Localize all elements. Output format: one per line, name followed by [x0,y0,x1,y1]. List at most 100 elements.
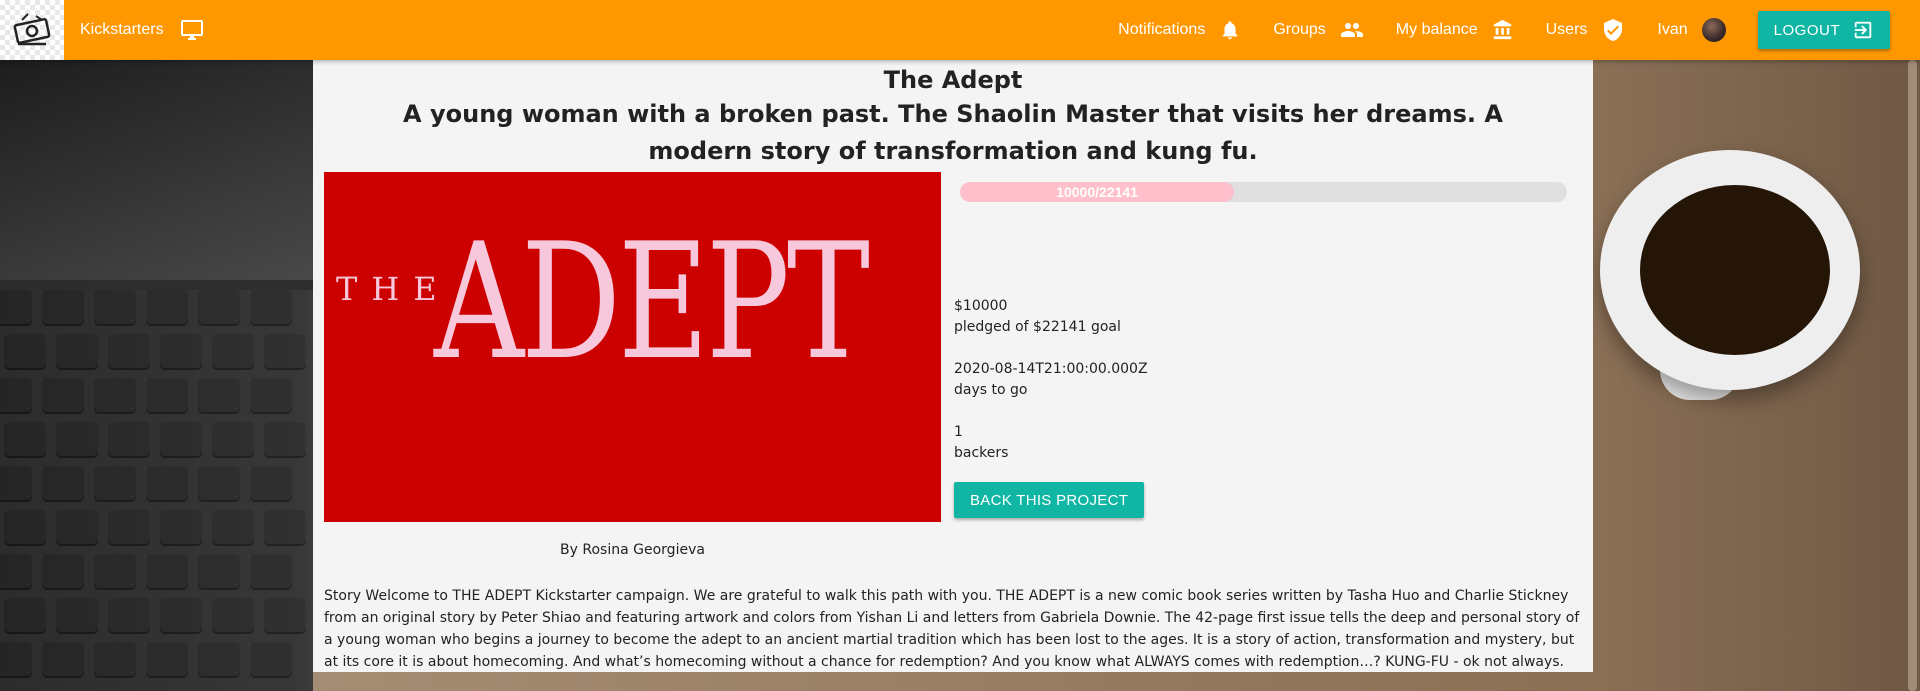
background-key [56,334,98,368]
pledged-label: pledged of $22141 goal [954,319,1121,335]
avatar [1701,18,1726,42]
background-key [250,378,292,412]
background-key [146,642,188,676]
background-key [94,554,136,588]
scrollbar-thumb[interactable] [1908,60,1917,691]
backers-stat: 1 backers [954,422,1564,464]
background-key [108,422,150,456]
app-logo[interactable] [0,0,64,60]
nav-user-profile[interactable]: Ivan [1657,18,1726,42]
nav-users-label: Users [1545,21,1588,38]
background-key [0,554,32,588]
project-story: Story Welcome to THE ADEPT Kickstarter c… [324,588,1580,670]
background-key [94,466,136,500]
nav-notifications[interactable]: Notifications [1118,19,1241,41]
background-key [250,290,292,324]
background-key [94,642,136,676]
background-key [264,598,306,632]
background-key [0,290,32,324]
background-key [0,378,32,412]
project-title: The Adept [883,66,1023,94]
logout-label: LOGOUT [1773,21,1840,39]
back-this-project-button[interactable]: BACK THIS PROJECT [954,482,1145,518]
nav-kickstarters-label: Kickstarters [80,21,164,38]
background-key [212,334,254,368]
background-key [0,466,32,500]
background-key [4,598,46,632]
background-key [198,554,240,588]
background-key [212,510,254,544]
background-key [42,642,84,676]
background-key [160,510,202,544]
top-navbar: Kickstarters Notifications Groups My bal… [0,0,1920,60]
background-key [160,334,202,368]
background-key [250,466,292,500]
background-key [56,510,98,544]
funding-progress-fill: 10000/22141 [960,182,1235,202]
exit-icon [1854,21,1872,39]
background-key [146,290,188,324]
deadline-value: 2020-08-14T21:00:00.000Z [954,361,1148,377]
background-key [198,642,240,676]
background-key [264,422,306,456]
background-key [56,598,98,632]
background-key [94,378,136,412]
deadline-label: days to go [954,382,1028,398]
nav-users[interactable]: Users [1546,18,1626,42]
background-key [198,378,240,412]
backers-label: backers [954,445,1009,461]
funding-progress-text: 10000/22141 [1056,184,1138,200]
deadline-stat: 2020-08-14T21:00:00.000Z days to go [954,359,1564,401]
background-key [108,598,150,632]
background-coffee-cup [1600,150,1860,390]
background-key [42,378,84,412]
desktop-icon [180,20,203,40]
background-laptop-lid [0,60,313,290]
background-laptop-keyboard [0,280,313,691]
byline-prefix: By [560,542,578,558]
background-key [42,290,84,324]
nav-my-balance[interactable]: My balance [1396,19,1514,41]
project-card: The Adept A young woman with a broken pa… [313,60,1593,672]
pledged-stat: $10000 pledged of $22141 goal [954,296,1564,338]
funding-progress-bar: 10000/22141 [960,182,1567,202]
background-key [42,554,84,588]
nav-user-name: Ivan [1657,21,1688,38]
backers-count: 1 [954,424,963,440]
background-key [160,598,202,632]
background-key [94,290,136,324]
project-byline: By Rosina Georgieva [313,542,952,558]
nav-notifications-label: Notifications [1118,21,1206,38]
author-name[interactable]: Rosina Georgieva [582,542,705,558]
background-key [250,554,292,588]
background-key [264,510,306,544]
project-subtitle: A young woman with a broken past. The Sh… [403,100,1503,165]
background-key [198,466,240,500]
background-key [56,422,98,456]
background-key [42,466,84,500]
background-key [160,422,202,456]
group-icon [1340,23,1363,37]
background-key [4,422,46,456]
background-key [108,334,150,368]
background-key [264,334,306,368]
background-key [250,642,292,676]
project-details-row: THE ADEPT 10000/22141 $10000 pledged of … [313,172,1593,522]
right-nav: Notifications Groups My balance Users Iv… [1118,11,1920,49]
background-key [108,510,150,544]
nav-kickstarters[interactable]: Kickstarters [80,18,204,42]
bank-icon [1493,19,1511,40]
project-image-text-large: ADEPT [434,208,870,395]
page-scrollbar[interactable] [1905,60,1920,691]
background-key [4,334,46,368]
verified-shield-icon [1604,19,1623,41]
logout-button[interactable]: LOGOUT [1757,11,1890,49]
nav-my-balance-label: My balance [1395,21,1478,38]
money-logo-icon [13,13,51,46]
project-stats: 10000/22141 $10000 pledged of $22141 goa… [954,172,1567,522]
background-key [146,466,188,500]
background-key [212,422,254,456]
background-key [4,510,46,544]
nav-groups[interactable]: Groups [1273,18,1363,42]
background-key [146,554,188,588]
